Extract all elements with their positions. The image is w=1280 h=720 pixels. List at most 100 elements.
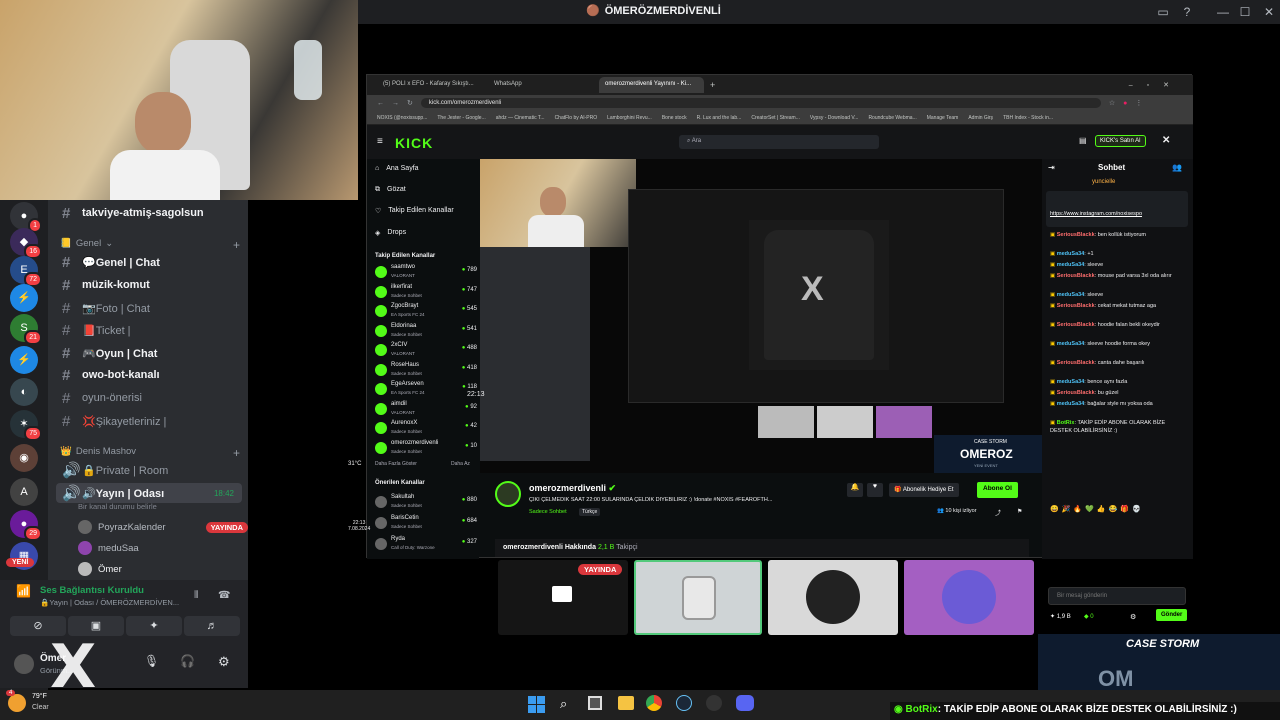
browser-window-controls[interactable]: –▫✕ [1129,81,1183,89]
chat-message[interactable]: ▣ SeriousBlackk: bu güzel [1050,389,1186,397]
bookmark[interactable]: Roundcube Webma... [868,115,916,121]
minimize-button[interactable]: — [1212,2,1234,22]
lightning-server-icon[interactable]: ⚡ [10,284,38,312]
recommended-channel[interactable]: Sakultah Sadece Sohbet ● 880 [375,493,477,513]
followed-channel[interactable]: omerozmerdivenli Sadece Sohbet ● 10 [375,439,477,459]
channel-ticket[interactable]: # 📕Ticket | [56,320,242,340]
noise-icon[interactable]: ⦀ [194,590,198,601]
language-tag[interactable]: Türkçe [579,508,601,516]
channel-foto-chat[interactable]: # 📷Foto | Chat [56,298,242,318]
channel-yayin-odasi[interactable]: 🔊 🔊Yayın | Odası 18:42 [56,483,242,503]
wallet-icon[interactable]: ▤ [1079,136,1087,145]
voice-user[interactable]: PoyrazKalender YAYINDA [78,520,288,534]
server-icon[interactable]: ◐ [10,378,38,406]
settings-gear-icon[interactable]: ⚙ [218,654,230,670]
streamer-avatar[interactable] [495,481,521,507]
inbox-icon[interactable]: ▭ [1152,2,1174,22]
avatar[interactable] [14,654,34,674]
start-button[interactable] [528,696,545,713]
chat-message[interactable]: ▣ SeriousBlackk: cekat mekat tutmaz aga [1050,302,1186,310]
bookmark[interactable]: NOXIS (@noxissupp... [377,115,427,121]
channel-status[interactable]: Bir kanal durumu belirle [78,502,157,511]
bookmark[interactable]: Manage Team [927,115,959,121]
send-button[interactable]: Gönder [1156,609,1188,621]
forward-icon[interactable]: → [392,100,399,107]
nav-drops[interactable]: ◈ Drops [375,229,406,237]
server-icon[interactable]: ● 1 [10,202,42,233]
report-icon[interactable]: ⚑ [1017,508,1022,515]
maximize-button[interactable]: ☐ [1234,2,1256,22]
search-icon[interactable]: ⌕ [560,696,567,712]
browser-tab[interactable]: (5) POLI x EFO - Kafaray Sıkıştı... [377,77,482,93]
followed-channel[interactable]: saamtwo VALORANT ● 789 [375,263,477,283]
bookmark[interactable]: ahdz — Cinematic T... [496,115,545,121]
followed-channel[interactable]: 2xCIV VALORANT ● 488 [375,341,477,361]
stream-tile-user[interactable] [768,560,898,635]
channel-oyun-onerisi[interactable]: # oyun-önerisi [56,388,242,408]
chat-settings-icon[interactable]: ⚙ [1130,613,1136,621]
streamer-name[interactable]: omerozmerdivenli ✔ [529,483,616,494]
channel-private-room[interactable]: 🔊 🔒Private | Room [56,460,242,480]
bookmark[interactable]: Admin Girş [968,115,993,121]
points-display[interactable]: ✦ 1,9 B [1050,613,1071,620]
chat-message[interactable]: ▣ SeriousBlackk: canta dahe başarılı [1050,359,1186,367]
bookmark[interactable]: The Jester - Google... [437,115,485,121]
hamburger-menu-icon[interactable]: ≡ [377,136,383,147]
voice-channel-path[interactable]: 🔒Yayın | Odası / ÖMERÖZMERDİVEN... [40,598,179,607]
stream-tile-screen[interactable]: YAYINDA [498,560,628,635]
show-more-link[interactable]: Daha Fazla Göster [375,461,417,467]
obs-icon[interactable] [706,695,722,711]
bookmark[interactable]: CreatorSet | Stream... [751,115,800,121]
collapse-chat-icon[interactable]: ⇥ [1048,163,1055,172]
add-channel-icon[interactable]: + [233,446,240,460]
chat-message[interactable]: ▣ meduSa34: bence aynı fazla [1050,378,1186,386]
emote-bar[interactable]: 😄🎉🔥💚👍😂🎁💀 [1050,505,1186,519]
server-icon[interactable]: ◉ [10,444,38,472]
channel-oyun-chat[interactable]: # 🎮Oyun | Chat [56,343,242,363]
file-explorer-icon[interactable] [618,696,634,710]
chat-message[interactable]: ▣ meduSa34: sleeve [1050,291,1186,299]
stream-tile-user[interactable] [634,560,762,635]
headphones-icon[interactable]: 🎧 [180,654,195,668]
category-denis-mashov[interactable]: 👑 Denis Mashov + [60,446,240,460]
chat-message[interactable]: ▣ meduSa34: bağalar style mı yoksa oda [1050,400,1186,408]
server-icon[interactable]: ✶ 75 [10,410,42,441]
task-view-icon[interactable] [588,696,602,710]
voice-user[interactable]: Ömer [78,562,288,576]
url-field[interactable]: kick.com/omerozmerdivenli [420,98,1101,108]
chat-message[interactable]: ▣ meduSa34: +1 [1050,250,1186,258]
pinned-link[interactable]: https://www.instagram.com/noxisespo [1050,211,1170,217]
recommended-channel[interactable]: Ryda Call of Duty: Warzone ● 327 [375,535,477,555]
channel-owo-bot[interactable]: # owo-bot-kanalı [56,365,242,385]
profile-icon[interactable]: ● [1123,100,1127,107]
followed-channel[interactable]: Eldorinaa Sadece Sohbet ● 541 [375,322,477,342]
browser-tab[interactable]: WhatsApp [488,77,593,93]
chat-message[interactable]: ▣ SeriousBlackk: ben kollük istiyorum [1050,231,1186,239]
followed-channel[interactable]: ZgocBrayt EA Sports FC 24 ● 545 [375,302,477,322]
followed-channel[interactable]: RoseHaus Sadece Sohbet ● 418 [375,361,477,381]
bookmark[interactable]: R. Lux and the lab... [697,115,742,121]
activities-button[interactable]: ✦ [126,616,182,636]
chat-message[interactable]: ▣ BotRix: TAKİP EDİP ABONE OLARAK BİZE D… [1050,419,1186,435]
chrome-icon[interactable] [646,695,662,711]
subscribe-button[interactable]: Abone Ol [977,482,1018,498]
bookmark[interactable]: TBH Index - Stock in... [1003,115,1053,121]
reload-icon[interactable]: ↻ [407,99,413,107]
search-input[interactable]: ⌕ Ara [679,135,879,149]
kick-logo[interactable]: KICK [395,135,433,151]
kick-close-icon[interactable]: ✕ [1162,135,1170,146]
discord-taskbar-icon[interactable] [736,695,754,711]
voice-user[interactable]: meduSaa [78,541,288,555]
kicks-balance[interactable]: ◆ 0 [1084,613,1094,620]
chat-message[interactable]: ▣ meduSa34: sleeve hoodie forma okey [1050,340,1186,348]
microphone-icon[interactable]: 🎙 [144,654,159,668]
followed-channel[interactable]: aimdil VALORANT ● 92 [375,400,477,420]
nav-home[interactable]: ⌂ Ana Sayfa [375,165,419,172]
weather-icon[interactable]: 4 [6,690,26,712]
channel-sikayetleriniz[interactable]: # 💢Şikayetleriniz | [56,411,242,431]
chat-message[interactable]: ▣ meduSa34: sleeve [1050,261,1186,269]
buy-kicks-button[interactable]: KICK's Satın Al [1095,135,1146,147]
chat-users-icon[interactable]: 👥 [1172,163,1182,172]
chat-message[interactable]: ▣ SeriousBlackk: mouse pad varsa 3xl oda… [1050,272,1186,280]
chat-message[interactable]: ▣ SeriousBlackk: hoodie falan bekli okey… [1050,321,1186,329]
